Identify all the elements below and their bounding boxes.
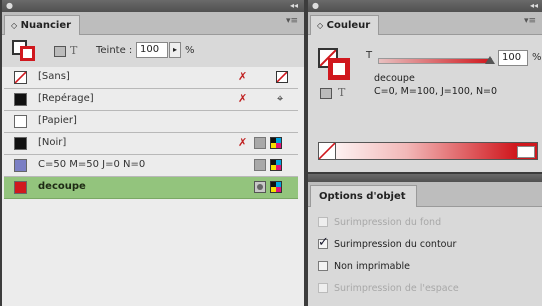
cannot-edit-icon: ✗ <box>238 70 248 83</box>
panel-menu-icon[interactable]: ▾≡ <box>524 16 536 26</box>
none-color-icon <box>276 71 288 83</box>
tint-input-value: 100 <box>140 44 160 55</box>
c50m50-swatch <box>14 159 27 172</box>
tint-label: Teinte : <box>96 45 133 56</box>
couleur-tabrow: ◇ Couleur ▾≡ <box>308 12 542 35</box>
text-format-icon[interactable]: T <box>70 44 77 57</box>
tab-nuancier-label: Nuancier <box>20 20 72 31</box>
registration-swatch <box>14 93 27 106</box>
tab-couleur-label: Couleur <box>326 20 371 31</box>
swatch-row-registration[interactable]: [Repérage] ✗ ⌖ <box>4 89 298 111</box>
text-format-icon[interactable]: T <box>338 86 345 99</box>
tab-toggle-icon: ◇ <box>317 21 324 30</box>
swatch-name: C=50 M=50 J=0 N=0 <box>38 159 146 170</box>
checkmark-icon: ✓ <box>318 235 329 250</box>
process-color-icon <box>254 137 266 149</box>
option-row[interactable]: ✓ Surimpression du contour <box>308 235 542 254</box>
options-titlebar[interactable] <box>308 174 542 182</box>
none-swatch <box>14 71 27 84</box>
tab-options-label: Options d'objet <box>319 191 406 202</box>
swatch-list-empty-area <box>2 212 304 306</box>
color-values-label: C=0, M=100, J=100, N=0 <box>374 86 498 97</box>
tint-slider[interactable] <box>378 56 495 64</box>
swatch-name: [Noir] <box>38 137 67 148</box>
swatch-name-label: decoupe <box>374 73 415 84</box>
stroke-swatch[interactable] <box>328 58 350 80</box>
checkbox[interactable] <box>318 217 328 227</box>
checkbox[interactable] <box>318 261 328 271</box>
cannot-edit-icon: ✗ <box>238 136 248 149</box>
tint-input[interactable]: 100 <box>498 50 528 66</box>
tab-options[interactable]: Options d'objet <box>310 185 417 207</box>
color-ramp[interactable] <box>318 142 538 160</box>
swatch-name: [Papier] <box>38 115 77 126</box>
tab-couleur[interactable]: ◇ Couleur <box>310 15 380 35</box>
registration-icon: ⌖ <box>277 92 284 105</box>
couleur-panel: ● ◂◂ ◇ Couleur ▾≡ T T 100 % decoupe C=0,… <box>308 0 542 172</box>
tab-toggle-icon: ◇ <box>11 21 18 30</box>
container-format-icon[interactable] <box>54 46 66 57</box>
option-row[interactable]: Surimpression de l'espace <box>308 280 542 298</box>
process-color-icon <box>254 159 266 171</box>
stroke-swatch[interactable] <box>20 46 35 61</box>
option-label: Surimpression de l'espace <box>334 283 459 294</box>
option-row[interactable]: Non imprimable <box>308 258 542 276</box>
container-format-icon[interactable] <box>320 88 332 99</box>
panel-menu-icon[interactable]: ▾≡ <box>286 16 298 26</box>
fill-stroke-proxy[interactable] <box>12 40 38 62</box>
close-icon[interactable]: ● <box>312 0 319 12</box>
decoupe-swatch <box>14 181 27 194</box>
collapse-icon[interactable]: ◂◂ <box>290 0 298 12</box>
cmyk-mode-icon <box>270 137 282 149</box>
cmyk-mode-icon <box>270 181 282 193</box>
swatch-row-black[interactable]: [Noir] ✗ <box>4 133 298 155</box>
cmyk-mode-icon <box>270 159 282 171</box>
options-panel: Options d'objet Surimpression du fond ✓ … <box>308 174 542 306</box>
cannot-edit-icon: ✗ <box>238 92 248 105</box>
swatch-name: [Repérage] <box>38 93 94 104</box>
tint-percent: % <box>532 52 542 63</box>
tint-input[interactable]: 100 <box>136 42 168 58</box>
option-label: Non imprimable <box>334 261 411 272</box>
swatch-row-decoupe[interactable]: decoupe <box>4 177 298 199</box>
swatch-name: decoupe <box>38 181 86 192</box>
swatch-row-c50m50[interactable]: C=50 M=50 J=0 N=0 <box>4 155 298 177</box>
paper-swatch <box>14 115 27 128</box>
tint-input-value: 100 <box>502 52 522 63</box>
checkbox[interactable]: ✓ <box>318 235 329 250</box>
collapse-icon[interactable]: ◂◂ <box>530 0 538 12</box>
nuancier-toolbar: T Teinte : 100 ▸ % <box>2 36 304 66</box>
nuancier-tabrow: ◇ Nuancier ▾≡ <box>2 12 304 35</box>
fill-stroke-proxy[interactable] <box>318 48 352 80</box>
tint-stepper-button[interactable]: ▸ <box>169 42 181 58</box>
swatch-row-sans[interactable]: [Sans] ✗ <box>4 67 298 89</box>
black-swatch <box>14 137 27 150</box>
options-tabrow: Options d'objet <box>308 182 542 207</box>
swatch-name: [Sans] <box>38 71 70 82</box>
couleur-titlebar[interactable]: ● ◂◂ <box>308 0 542 12</box>
tint-slider-handle[interactable] <box>485 56 495 64</box>
tint-percent: % <box>185 45 195 56</box>
option-label: Surimpression du contour <box>334 239 457 250</box>
nuancier-panel: ● ◂◂ ◇ Nuancier ▾≡ T Teinte : 100 ▸ % [S… <box>2 0 304 306</box>
swatch-list: [Sans] ✗ [Repérage] ✗ ⌖ [Papier] [Noir] … <box>2 67 304 212</box>
white-ramp-swatch[interactable] <box>517 146 535 158</box>
swatch-row-paper[interactable]: [Papier] <box>4 111 298 133</box>
spot-color-icon <box>254 181 266 193</box>
option-label: Surimpression du fond <box>334 217 442 228</box>
option-row[interactable]: Surimpression du fond <box>308 214 542 232</box>
tint-slider-label: T <box>366 50 373 61</box>
nuancier-titlebar[interactable]: ● ◂◂ <box>2 0 304 12</box>
none-ramp-icon[interactable] <box>319 143 336 159</box>
close-icon[interactable]: ● <box>6 0 13 12</box>
tab-nuancier[interactable]: ◇ Nuancier <box>4 15 81 35</box>
checkbox[interactable] <box>318 283 328 293</box>
